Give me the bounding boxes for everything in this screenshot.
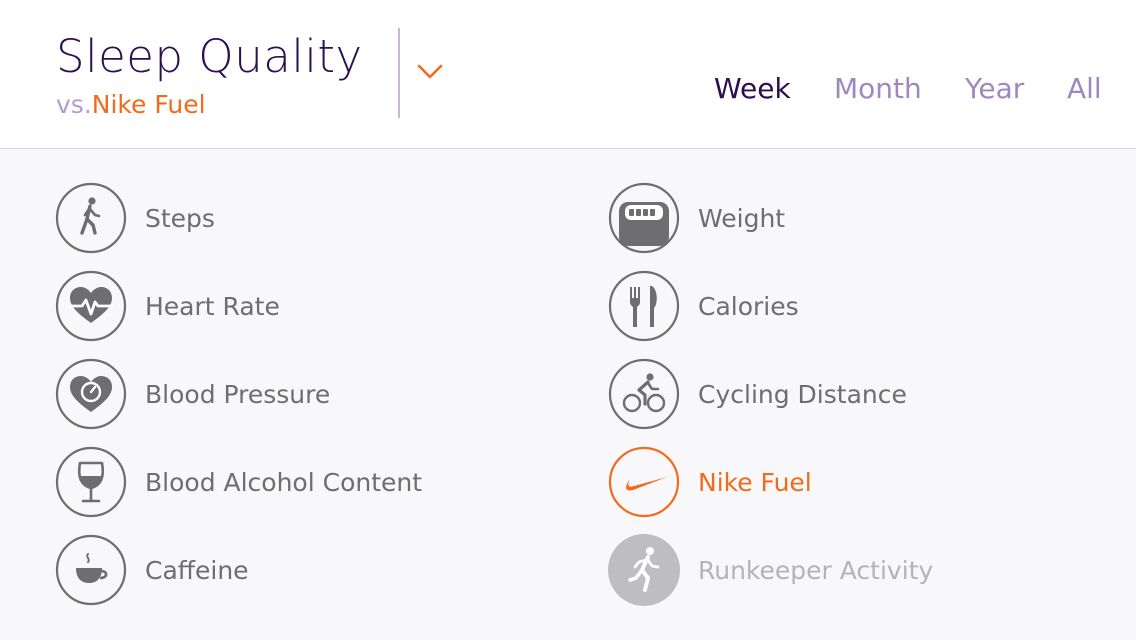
metric-label: Caffeine <box>145 555 249 585</box>
metric-label: Cycling Distance <box>698 379 907 409</box>
walking-person-icon <box>55 182 127 254</box>
metric-item-cycling-distance[interactable]: Cycling Distance <box>608 358 907 430</box>
metric-item-weight[interactable]: Weight <box>608 182 785 254</box>
cyclist-icon <box>608 358 680 430</box>
comparison-subtitle: vs.Nike Fuel <box>56 90 206 119</box>
heart-pulse-icon <box>55 270 127 342</box>
wine-glass-icon <box>55 446 127 518</box>
runner-icon <box>608 534 680 606</box>
tab-all[interactable]: All <box>1067 72 1102 105</box>
metric-item-blood-pressure[interactable]: Blood Pressure <box>55 358 330 430</box>
metric-item-runkeeper-activity[interactable]: Runkeeper Activity <box>608 534 933 606</box>
scale-icon <box>608 182 680 254</box>
nike-swoosh-icon <box>608 446 680 518</box>
header: Sleep Quality vs.Nike Fuel Week Month Ye… <box>0 0 1136 149</box>
metric-label: Heart Rate <box>145 291 280 321</box>
metric-item-blood-alcohol[interactable]: Blood Alcohol Content <box>55 446 422 518</box>
compared-metric: Nike Fuel <box>91 90 206 119</box>
metric-item-caffeine[interactable]: Caffeine <box>55 534 249 606</box>
header-divider <box>398 28 400 118</box>
metric-label: Blood Pressure <box>145 379 331 409</box>
coffee-cup-icon <box>55 534 127 606</box>
tab-week[interactable]: Week <box>714 72 791 105</box>
metric-label: Calories <box>698 291 799 321</box>
metric-item-steps[interactable]: Steps <box>55 182 215 254</box>
fork-knife-icon <box>608 270 680 342</box>
tab-month[interactable]: Month <box>834 72 922 105</box>
tab-year[interactable]: Year <box>965 72 1024 105</box>
vs-prefix: vs. <box>56 90 92 119</box>
metric-label: Steps <box>145 203 215 233</box>
metric-label: Nike Fuel <box>698 467 812 497</box>
metric-label: Blood Alcohol Content <box>145 467 423 497</box>
page-title: Sleep Quality <box>56 30 363 83</box>
metric-item-calories[interactable]: Calories <box>608 270 799 342</box>
metric-label: Weight <box>698 203 786 233</box>
metric-label: Runkeeper Activity <box>698 555 934 585</box>
chevron-down-icon <box>417 64 443 79</box>
metric-item-heart-rate[interactable]: Heart Rate <box>55 270 280 342</box>
metric-item-nike-fuel[interactable]: Nike Fuel <box>608 446 812 518</box>
metric-dropdown-button[interactable] <box>408 50 452 94</box>
heart-gauge-icon <box>55 358 127 430</box>
